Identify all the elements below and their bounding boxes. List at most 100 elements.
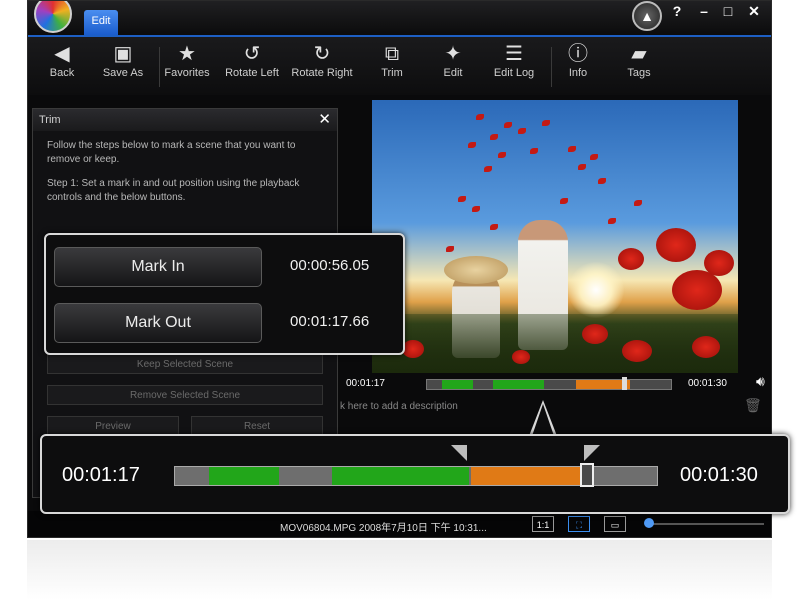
- close-icon[interactable]: ✕: [318, 109, 331, 131]
- straw-hat: [444, 256, 508, 284]
- petal: [468, 142, 476, 148]
- favorites-button[interactable]: ★ Favorites: [154, 41, 220, 79]
- toolbar: ◀ Back ▣ Save As ★ Favorites ↺ Rotate Le…: [28, 37, 771, 95]
- rotate-left-icon: ↺: [243, 43, 261, 65]
- tags-button[interactable]: ▰ Tags: [606, 41, 672, 79]
- back-button[interactable]: ◀ Back: [29, 41, 95, 79]
- edit-button[interactable]: ✦ Edit: [420, 41, 486, 79]
- save-as-label: Save As: [102, 67, 144, 79]
- status-bar: MOV06804.MPG 2008年7月10日 下午 10:31... 1:1 …: [28, 511, 771, 537]
- poppy-flower: [618, 248, 644, 270]
- timeline-segment: [175, 467, 209, 485]
- petal: [490, 224, 498, 230]
- edit-log-label: Edit Log: [493, 67, 535, 79]
- list-icon: ☰: [505, 43, 523, 65]
- fullscreen-icon[interactable]: ▭: [604, 516, 626, 532]
- trim-label: Trim: [381, 67, 403, 79]
- petal: [590, 154, 598, 160]
- mark-in-marker[interactable]: [451, 445, 468, 461]
- mark-in-button[interactable]: Mark In: [54, 247, 262, 287]
- timeline-segment: [278, 467, 332, 485]
- petal: [568, 146, 576, 152]
- edit-label: Edit: [443, 67, 463, 79]
- back-label: Back: [49, 67, 75, 79]
- petal: [484, 166, 492, 172]
- petal: [542, 120, 550, 126]
- transport-bar: 00:01:17 00:01:30 🔊︎: [346, 373, 766, 395]
- preview-button[interactable]: Preview: [47, 416, 179, 436]
- total-time-small: 00:01:30: [688, 378, 727, 389]
- timeline-small[interactable]: [426, 377, 672, 390]
- mark-in-time: 00:00:56.05: [290, 257, 370, 274]
- petal: [608, 218, 616, 224]
- sun-flare: [568, 262, 624, 318]
- petal: [458, 196, 466, 202]
- window-reflection: [27, 540, 772, 600]
- current-time-small: 00:01:17: [346, 378, 385, 389]
- trim-button[interactable]: ⧉ Trim: [359, 41, 425, 79]
- trim-instructions: Follow the steps below to mark a scene t…: [47, 140, 296, 165]
- petal: [560, 198, 568, 204]
- back-arrow-icon: ◀: [54, 43, 70, 65]
- remove-selected-scene-button[interactable]: Remove Selected Scene: [47, 385, 323, 405]
- fit-icon[interactable]: ⛶: [568, 516, 590, 532]
- magic-wand-icon: ✦: [444, 43, 462, 65]
- favorites-label: Favorites: [164, 67, 210, 79]
- close-button[interactable]: ✕: [744, 3, 764, 20]
- playhead[interactable]: [580, 463, 595, 487]
- rotate-right-label: Rotate Right: [291, 67, 353, 79]
- timeline-segment: [441, 380, 474, 389]
- rotate-right-icon: ↻: [313, 43, 331, 65]
- zoom-slider-knob[interactable]: [644, 518, 654, 528]
- help-button[interactable]: ?: [667, 3, 687, 19]
- rotate-left-button[interactable]: ↺ Rotate Left: [219, 41, 285, 79]
- video-preview[interactable]: [372, 100, 738, 373]
- star-icon: ★: [178, 43, 196, 65]
- poppy-flower: [656, 228, 696, 262]
- description-field[interactable]: k here to add a description: [340, 401, 458, 412]
- playhead-small[interactable]: [622, 377, 628, 390]
- timeline-segment: [492, 380, 545, 389]
- reset-button[interactable]: Reset: [191, 416, 323, 436]
- trash-icon[interactable]: 🗑︎: [744, 397, 762, 414]
- timeline-segment: [208, 467, 279, 485]
- volume-icon[interactable]: 🔊︎: [756, 373, 765, 390]
- actual-size-button[interactable]: 1:1: [532, 516, 554, 532]
- info-button[interactable]: ⓘ Info: [545, 41, 611, 79]
- poppy-flower: [704, 250, 734, 276]
- keep-selected-scene-button[interactable]: Keep Selected Scene: [47, 354, 323, 374]
- field-grass: [372, 314, 738, 373]
- rotate-left-label: Rotate Left: [225, 67, 279, 79]
- zoomed-timeline[interactable]: [174, 445, 658, 487]
- tab-edit[interactable]: Edit: [84, 10, 118, 35]
- trim-panel-title: Trim: [39, 114, 61, 126]
- mark-out-time: 00:01:17.66: [290, 313, 370, 330]
- upload-icon[interactable]: ▲: [632, 1, 662, 31]
- zoom-slider[interactable]: [648, 523, 764, 525]
- petal: [598, 178, 606, 184]
- mark-out-marker[interactable]: [583, 445, 600, 461]
- maximize-button[interactable]: □: [718, 3, 738, 19]
- petal: [504, 122, 512, 128]
- callout-pointer-inner: [532, 404, 554, 436]
- app-logo-icon[interactable]: [34, 1, 72, 33]
- mark-out-button[interactable]: Mark Out: [54, 303, 262, 343]
- info-label: Info: [568, 67, 588, 79]
- save-as-button[interactable]: ▣ Save As: [90, 41, 156, 79]
- zoomed-current-time: 00:01:17: [62, 464, 140, 486]
- timeline-callout: 00:01:17 00:01:30: [40, 434, 790, 514]
- petal: [446, 246, 454, 252]
- petal: [578, 164, 586, 170]
- poppy-flower: [582, 324, 608, 344]
- minimize-button[interactable]: –: [694, 3, 714, 19]
- save-as-icon: ▣: [113, 43, 133, 65]
- rotate-right-button[interactable]: ↻ Rotate Right: [289, 41, 355, 79]
- poppy-flower: [672, 270, 722, 310]
- petal: [634, 200, 642, 206]
- trim-icon: ⧉: [384, 43, 400, 65]
- tag-icon: ▰: [631, 43, 647, 65]
- edit-log-button[interactable]: ☰ Edit Log: [481, 41, 547, 79]
- petal: [498, 152, 506, 158]
- poppy-flower: [402, 340, 424, 358]
- timeline-segment: [471, 467, 583, 485]
